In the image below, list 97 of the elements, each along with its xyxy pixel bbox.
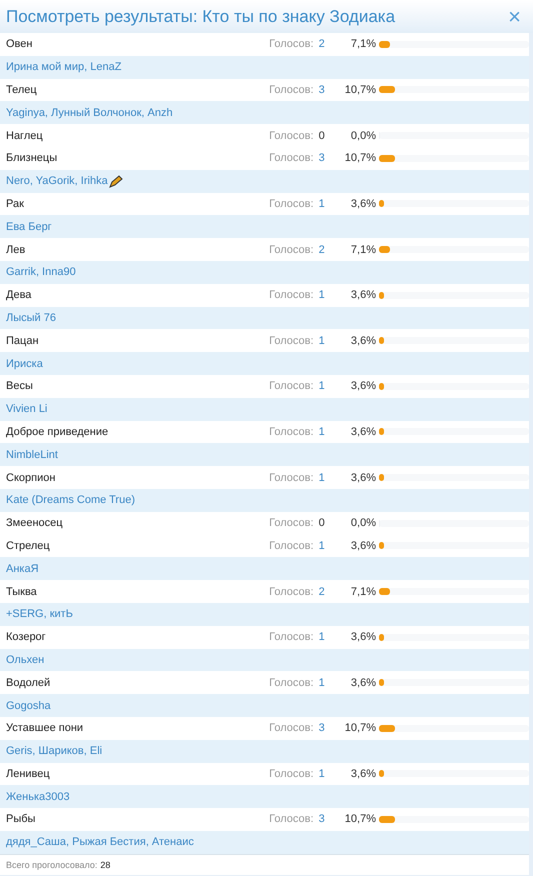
total-count: 28 <box>100 860 110 870</box>
votes-label: Голосов: <box>269 198 315 210</box>
vote-count: 1 <box>318 198 326 210</box>
option-name: Близнецы <box>6 152 58 164</box>
votes-label: Голосов: <box>269 289 315 302</box>
percent: 0,0% <box>350 130 376 142</box>
window-title: Посмотреть результаты: Кто ты по знаку Зодиака <box>6 6 396 26</box>
voter-links[interactable]: АнкаЯ <box>6 562 39 575</box>
percent: 3,6% <box>350 768 376 780</box>
option-name: Водолей <box>6 676 52 689</box>
percent: 3,6% <box>350 676 376 689</box>
total-label: Всего проголосовало: <box>6 860 98 870</box>
votes-label: Голосов: <box>269 813 315 826</box>
votes-label: Голосов: <box>269 130 315 142</box>
voter-links[interactable]: Nero, YaGorik, Irihka <box>6 175 108 188</box>
votes-label: Голосов: <box>269 334 315 347</box>
votes-label: Голосов: <box>269 426 315 438</box>
voter-links[interactable]: Женька3003 <box>6 790 70 803</box>
vote-count: 1 <box>318 289 326 302</box>
votes-label: Голосов: <box>269 631 315 644</box>
percent: 7,1% <box>350 38 376 50</box>
voter-links[interactable]: Yaginya, Лунный Волчонок, Anzh <box>6 106 173 119</box>
votes-label: Голосов: <box>269 84 315 96</box>
close-button[interactable]: × <box>504 6 525 28</box>
percent: 7,1% <box>350 244 376 256</box>
votes-label: Голосов: <box>269 244 315 256</box>
percent: 3,6% <box>350 198 376 210</box>
voter-links[interactable]: Лысый 76 <box>6 312 56 324</box>
vote-count: 1 <box>318 540 326 552</box>
percent: 0,0% <box>350 517 376 530</box>
vote-count: 1 <box>318 631 326 644</box>
option-name: Весы <box>6 380 34 392</box>
votes-label: Голосов: <box>269 768 315 780</box>
vote-count: 3 <box>318 813 326 826</box>
percent: 10,7% <box>344 813 376 826</box>
option-name: Уставшее пони <box>6 722 84 734</box>
vote-count: 1 <box>318 380 326 392</box>
votes-label: Голосов: <box>269 540 315 552</box>
percent: 3,6% <box>350 289 376 302</box>
vote-count: 1 <box>318 768 326 780</box>
voter-links[interactable]: дядя_Саша, Рыжая Бестия, Атенаис <box>6 836 194 848</box>
percent: 10,7% <box>344 152 376 164</box>
vote-count: 1 <box>318 334 326 347</box>
voter-links[interactable]: Kate (Dreams Come True) <box>6 494 135 506</box>
option-name: Стрелец <box>6 540 51 552</box>
percent: 3,6% <box>350 426 376 438</box>
option-name: Рыбы <box>6 813 36 826</box>
vote-count: 1 <box>318 472 326 484</box>
option-name: Телец <box>6 84 38 96</box>
option-name: Дева <box>6 289 32 302</box>
votes-label: Голосов: <box>269 380 315 392</box>
voter-links[interactable]: Ольхен <box>6 654 44 666</box>
vote-count: 2 <box>318 244 326 256</box>
voter-links[interactable]: Garrik, Inna90 <box>6 266 76 278</box>
votes-label: Голосов: <box>269 722 315 734</box>
voter-links[interactable]: NimbleLint <box>6 448 58 461</box>
option-name: Змееносец <box>6 517 64 530</box>
votes-label: Голосов: <box>269 472 315 484</box>
vote-count: 2 <box>318 38 326 50</box>
option-name: Овен <box>6 38 34 50</box>
percent: 7,1% <box>350 586 376 598</box>
voter-links[interactable]: Vivien Li <box>6 403 48 416</box>
voter-links[interactable]: Ева Берг <box>6 220 52 233</box>
vote-count: 0 <box>318 130 326 142</box>
option-name: Наглец <box>6 130 44 142</box>
vote-count: 3 <box>318 84 326 96</box>
votes-label: Голосов: <box>269 517 315 530</box>
votes-label: Голосов: <box>269 38 315 50</box>
votes-label: Голосов: <box>269 676 315 689</box>
percent: 3,6% <box>350 631 376 644</box>
percent: 10,7% <box>344 84 376 96</box>
vote-count: 1 <box>318 426 326 438</box>
option-name: Скорпион <box>6 472 56 484</box>
votes-label: Голосов: <box>269 586 315 598</box>
percent: 3,6% <box>350 334 376 347</box>
option-name: Лев <box>6 244 26 256</box>
percent: 10,7% <box>344 722 376 734</box>
voter-links[interactable]: Ириска <box>6 358 43 370</box>
option-name: Пацан <box>6 334 40 347</box>
vote-count: 0 <box>318 517 326 530</box>
option-name: Рак <box>6 198 25 210</box>
vote-count: 3 <box>318 152 326 164</box>
vote-count: 3 <box>318 722 326 734</box>
option-name: Тыква <box>6 586 38 598</box>
option-name: Доброе приведение <box>6 426 110 438</box>
voter-links[interactable]: Geris, Шариков, Eli <box>6 745 102 758</box>
voter-links[interactable]: +SERG, китЬ <box>6 608 73 620</box>
percent: 3,6% <box>350 472 376 484</box>
voter-links[interactable]: Gogosha <box>6 700 51 712</box>
vote-count: 1 <box>318 676 326 689</box>
voter-links[interactable]: Ирина мой мир, LenaZ <box>6 61 122 74</box>
option-name: Козерог <box>6 631 47 644</box>
vote-count: 2 <box>318 586 326 598</box>
percent: 3,6% <box>350 380 376 392</box>
percent: 3,6% <box>350 540 376 552</box>
votes-label: Голосов: <box>269 152 315 164</box>
option-name: Ленивец <box>6 768 51 780</box>
